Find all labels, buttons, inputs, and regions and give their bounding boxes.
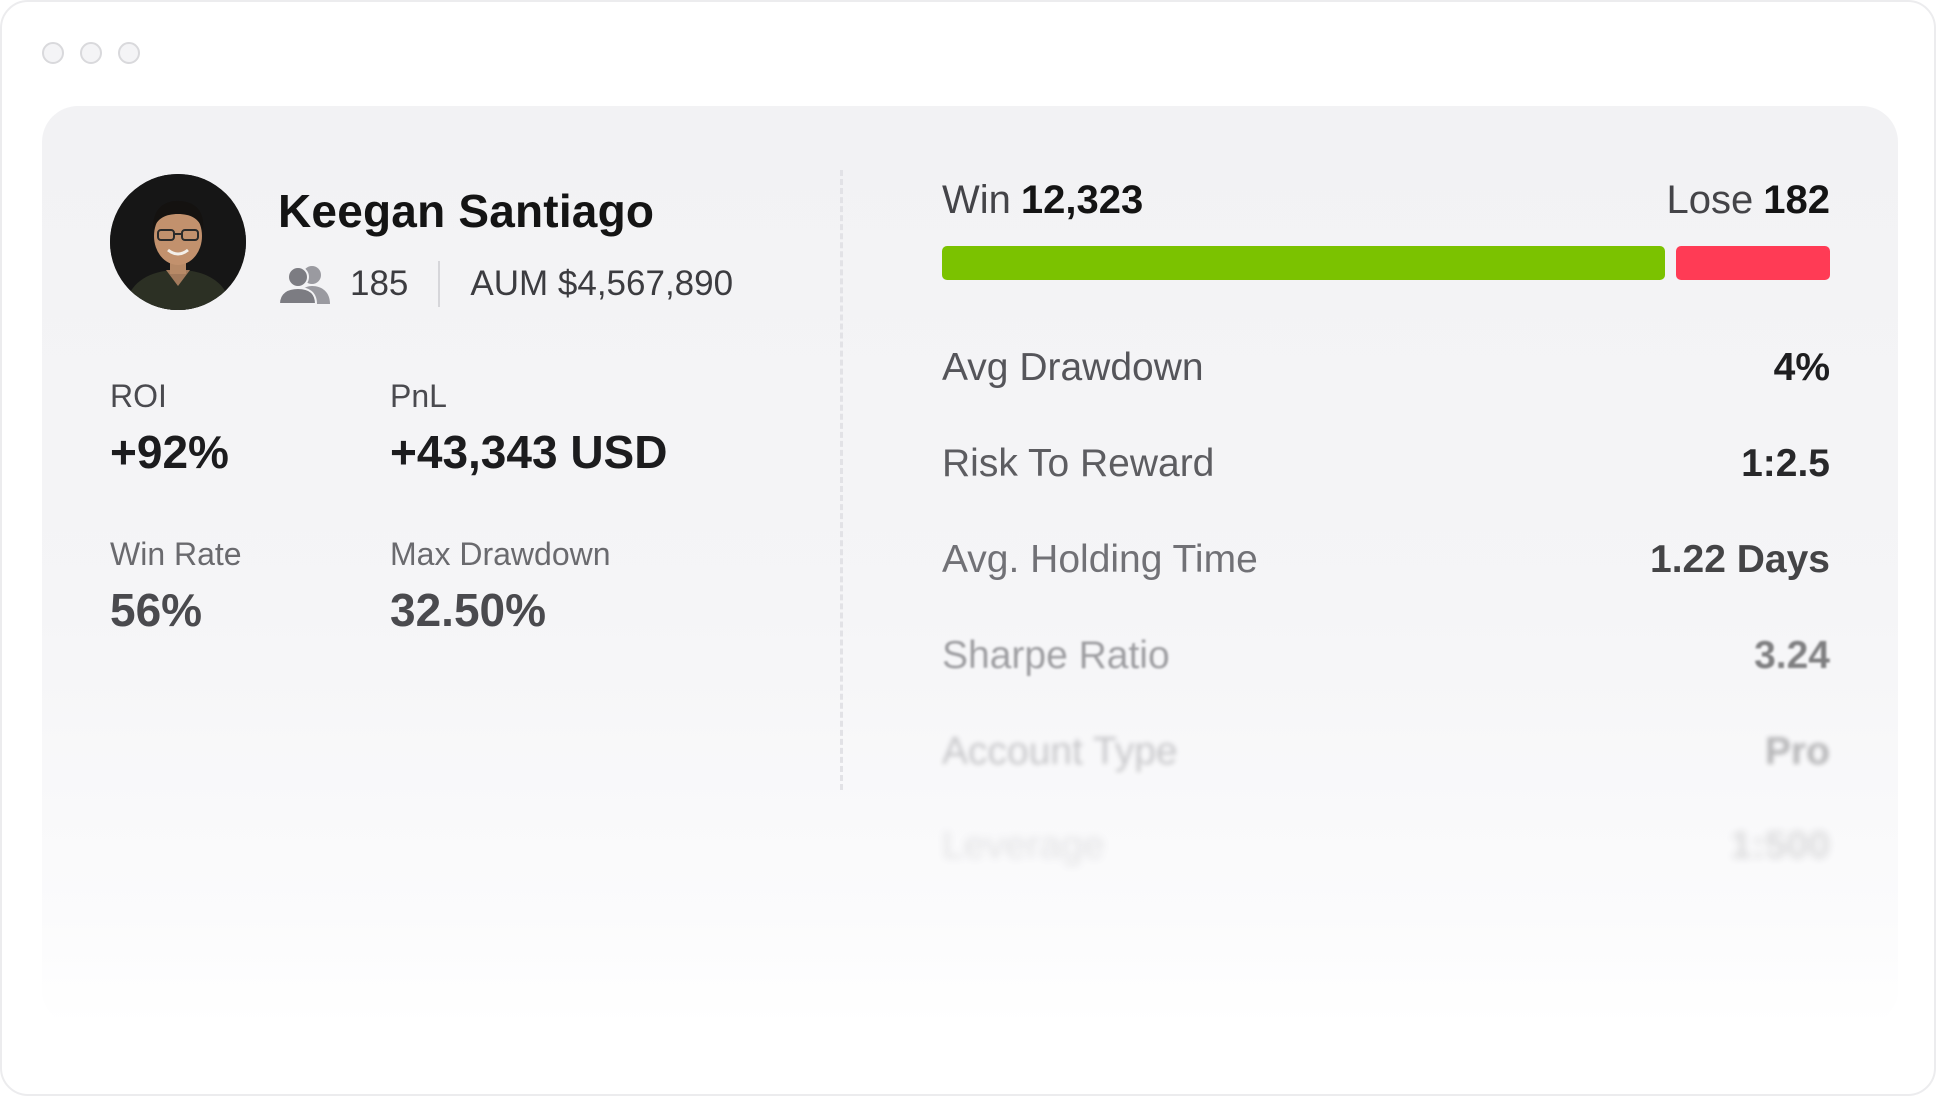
metric-value: 1.22 Days <box>1650 538 1830 581</box>
lose-group: Lose 182 <box>1667 178 1831 223</box>
stat-pnl: PnL +43,343 USD <box>390 378 667 479</box>
stat-max-drawdown: Max Drawdown 32.50% <box>390 536 611 637</box>
stat-label: PnL <box>390 378 447 414</box>
aum-value: AUM $4,567,890 <box>470 264 734 303</box>
win-lose-bar <box>942 246 1830 280</box>
metric-sharpe-ratio: Sharpe Ratio 3.24 <box>942 634 1830 678</box>
metric-label: Avg Drawdown <box>942 346 1204 389</box>
stat-label: Win Rate <box>110 536 242 572</box>
metric-avg-holding-time: Avg. Holding Time 1.22 Days <box>942 538 1830 582</box>
stat-roi: ROI +92% <box>110 378 229 479</box>
stat-value: +92% <box>110 426 229 478</box>
metric-label: Avg. Holding Time <box>942 538 1258 581</box>
metric-value: 1:500 <box>1730 824 1830 867</box>
lose-bar-segment <box>1676 246 1830 280</box>
app-window: Keegan Santiago 185 AUM $4,567,890 ROI +… <box>0 0 1936 1096</box>
stat-label: Max Drawdown <box>390 536 611 572</box>
metric-label: Leverage <box>942 824 1105 867</box>
trader-name: Keegan Santiago <box>278 185 655 237</box>
metric-value: 3.24 <box>1754 634 1830 677</box>
metric-label: Risk To Reward <box>942 442 1215 485</box>
metric-label: Sharpe Ratio <box>942 634 1170 677</box>
window-minimize-button[interactable] <box>80 42 102 64</box>
stat-win-rate: Win Rate 56% <box>110 536 242 637</box>
metric-value: Pro <box>1764 730 1830 773</box>
stat-label: ROI <box>110 378 167 414</box>
stat-value: +43,343 USD <box>390 426 668 478</box>
win-label: Win <box>942 178 1011 222</box>
metric-account-type: Account Type Pro <box>942 730 1830 774</box>
metric-value: 1:2.5 <box>1741 442 1830 485</box>
trader-card: Keegan Santiago 185 AUM $4,567,890 ROI +… <box>42 106 1898 1026</box>
stat-value: 56% <box>110 584 203 636</box>
window-close-button[interactable] <box>42 42 64 64</box>
trader-meta: 185 AUM $4,567,890 <box>278 256 733 312</box>
lose-label: Lose <box>1666 178 1754 222</box>
window-controls <box>42 42 140 64</box>
metric-avg-drawdown: Avg Drawdown 4% <box>942 346 1830 390</box>
win-bar-segment <box>942 246 1665 280</box>
lose-count: 182 <box>1763 178 1830 222</box>
section-divider <box>840 170 843 790</box>
trader-avatar[interactable] <box>110 174 246 310</box>
metric-value: 4% <box>1773 346 1830 389</box>
window-maximize-button[interactable] <box>118 42 140 64</box>
metric-risk-to-reward: Risk To Reward 1:2.5 <box>942 442 1830 486</box>
meta-separator <box>438 261 441 307</box>
metric-label: Account Type <box>942 730 1178 773</box>
win-lose-labels: Win 12,323 Lose 182 <box>942 178 1830 223</box>
users-icon <box>278 266 330 304</box>
win-count: 12,323 <box>1020 178 1144 222</box>
stat-value: 32.50% <box>390 584 547 636</box>
win-group: Win 12,323 <box>942 178 1143 223</box>
followers-count: 185 <box>350 264 409 303</box>
metric-leverage: Leverage 1:500 <box>942 824 1830 868</box>
